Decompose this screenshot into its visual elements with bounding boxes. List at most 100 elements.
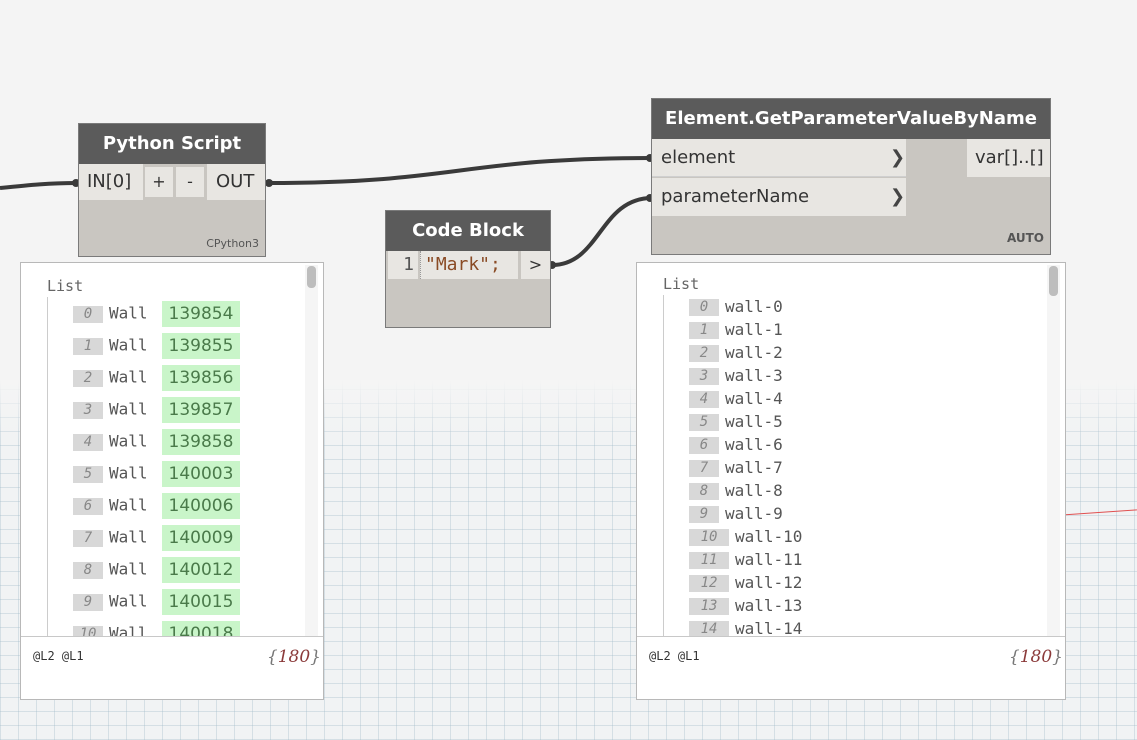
element-id[interactable]: 139855 (161, 333, 241, 359)
item-index: 7 (689, 460, 719, 477)
item-value: wall-1 (725, 320, 783, 339)
element-id[interactable]: 140009 (161, 525, 241, 551)
item-type: Wall (109, 559, 148, 579)
item-index: 4 (689, 391, 719, 408)
code-block-node[interactable]: Code Block 1 "Mark"; > (385, 210, 551, 328)
item-index: 5 (73, 465, 103, 483)
item-index: 13 (689, 598, 729, 615)
element-id[interactable]: 140015 (161, 589, 241, 615)
lacing-label[interactable]: AUTO (1007, 231, 1044, 245)
element-id[interactable]: 139857 (161, 397, 241, 423)
item-value: wall-13 (735, 596, 803, 615)
wire-python-to-element[interactable] (267, 156, 653, 185)
element-id[interactable]: 140003 (161, 461, 241, 487)
list-item[interactable]: 8 Wall 140012 (73, 557, 241, 583)
item-index: 9 (73, 593, 103, 611)
list-item[interactable]: 13 wall-13 (689, 596, 802, 618)
input-port-element[interactable]: element (652, 139, 906, 177)
item-value: wall-10 (735, 527, 803, 546)
item-value: wall-3 (725, 366, 783, 385)
item-type: Wall (109, 335, 148, 355)
output-port-var[interactable]: var[]..[] (967, 139, 1050, 177)
scrollbar-thumb[interactable] (1049, 266, 1058, 296)
item-index: 4 (73, 433, 103, 451)
list-item[interactable]: 3 wall-3 (689, 366, 783, 388)
code-line-number: 1 (388, 251, 418, 279)
item-index: 0 (73, 305, 103, 323)
list-item[interactable]: 9 Wall 140015 (73, 589, 241, 615)
item-value: wall-12 (735, 573, 803, 592)
item-index: 0 (689, 299, 719, 316)
list-item[interactable]: 1 wall-1 (689, 320, 783, 342)
item-index: 9 (689, 506, 719, 523)
element-id[interactable]: 139854 (161, 301, 241, 327)
list-item[interactable]: 0 Wall 139854 (73, 301, 241, 327)
input-port-in0[interactable]: IN[0] (79, 164, 143, 200)
element-id[interactable]: 139858 (161, 429, 241, 455)
list-item[interactable]: 2 Wall 139856 (73, 365, 241, 391)
wire-input-to-python[interactable] (0, 181, 77, 190)
remove-input-button[interactable]: - (176, 167, 204, 197)
list-header: List (663, 275, 700, 293)
item-value: wall-8 (725, 481, 783, 500)
get-parameter-value-node[interactable]: Element.GetParameterValueByName element … (651, 98, 1051, 255)
list-item[interactable]: 5 wall-5 (689, 412, 783, 434)
item-index: 11 (689, 552, 729, 569)
list-item[interactable]: 7 wall-7 (689, 458, 783, 480)
engine-label: CPython3 (206, 237, 259, 250)
node-title[interactable]: Python Script (79, 124, 265, 164)
item-count: {180} (1008, 647, 1063, 667)
list-item[interactable]: 4 wall-4 (689, 389, 783, 411)
item-index: 1 (73, 337, 103, 355)
parameter-values-preview[interactable]: List 0 wall-0 1 wall-1 2 wall-2 3 wall-3 4 wa… (636, 262, 1066, 700)
node-title[interactable]: Code Block (386, 211, 550, 251)
code-editor[interactable]: "Mark"; (420, 251, 518, 279)
wire-codeblock-to-parametername[interactable] (551, 196, 653, 267)
list-item[interactable]: 5 Wall 140003 (73, 461, 241, 487)
element-id[interactable]: 139856 (161, 365, 241, 391)
python-output-preview[interactable]: List 0 Wall 139854 1 Wall 139855 2 Wall 139856… (20, 262, 324, 700)
item-type: Wall (109, 463, 148, 483)
item-value: wall-0 (725, 297, 783, 316)
list-item[interactable]: 11 wall-11 (689, 550, 802, 572)
item-value: wall-9 (725, 504, 783, 523)
item-type: Wall (109, 527, 148, 547)
list-item[interactable]: 10 wall-10 (689, 527, 802, 549)
element-id[interactable]: 140012 (161, 557, 241, 583)
node-title[interactable]: Element.GetParameterValueByName (652, 99, 1050, 139)
item-value: wall-6 (725, 435, 783, 454)
item-index: 3 (689, 368, 719, 385)
output-port-out[interactable]: OUT (207, 164, 265, 200)
add-input-button[interactable]: + (145, 167, 173, 197)
item-index: 1 (689, 322, 719, 339)
list-item[interactable]: 7 Wall 140009 (73, 525, 241, 551)
python-script-node[interactable]: Python Script IN[0] + - OUT CPython3 (78, 123, 266, 257)
output-port[interactable]: > (521, 251, 550, 279)
list-item[interactable]: 3 Wall 139857 (73, 397, 241, 423)
list-item[interactable]: 9 wall-9 (689, 504, 783, 526)
preview-footer: @L2 @L1 {180} (637, 636, 1065, 699)
item-index: 10 (689, 529, 729, 546)
list-item[interactable]: 0 wall-0 (689, 297, 783, 319)
item-index: 8 (689, 483, 719, 500)
scrollbar-thumb[interactable] (307, 266, 316, 288)
item-count-value: 180 (277, 647, 311, 667)
item-index: 2 (689, 345, 719, 362)
item-count: {180} (266, 647, 321, 667)
scrollbar-track[interactable] (1047, 265, 1060, 637)
item-index: 8 (73, 561, 103, 579)
item-type: Wall (109, 431, 148, 451)
item-value: wall-2 (725, 343, 783, 362)
list-item[interactable]: 8 wall-8 (689, 481, 783, 503)
scrollbar-track[interactable] (305, 265, 318, 637)
list-item[interactable]: 6 Wall 140006 (73, 493, 241, 519)
element-id[interactable]: 140006 (161, 493, 241, 519)
list-item[interactable]: 12 wall-12 (689, 573, 802, 595)
input-port-parametername[interactable]: parameterName (652, 178, 906, 216)
list-levels: @L2 @L1 (649, 649, 700, 663)
item-value: wall-4 (725, 389, 783, 408)
list-item[interactable]: 1 Wall 139855 (73, 333, 241, 359)
list-item[interactable]: 4 Wall 139858 (73, 429, 241, 455)
list-item[interactable]: 6 wall-6 (689, 435, 783, 457)
list-item[interactable]: 2 wall-2 (689, 343, 783, 365)
